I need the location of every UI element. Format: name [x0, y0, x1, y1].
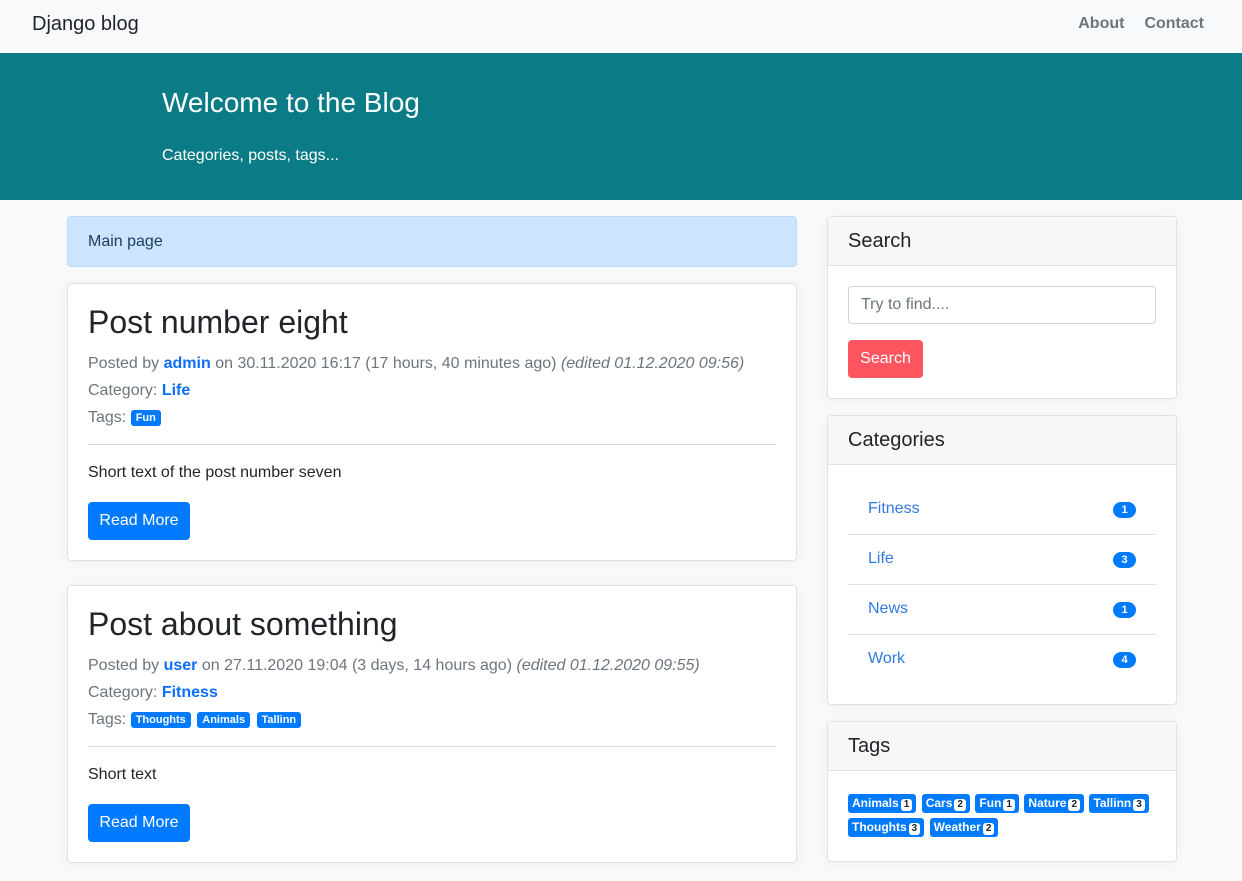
- breadcrumb-item: Main page: [88, 233, 163, 250]
- search-input[interactable]: [848, 286, 1156, 324]
- on-label: on: [201, 657, 220, 674]
- category-item: Life 3: [848, 535, 1156, 585]
- tags-label: Tags:: [88, 711, 127, 728]
- category-count-badge: 3: [1113, 552, 1136, 568]
- tag-count: 2: [1068, 799, 1080, 811]
- tag-chip-label: Tallinn: [1093, 796, 1132, 810]
- post-excerpt: Short text of the post number seven: [88, 464, 342, 481]
- tag-chip-label: Nature: [1028, 796, 1067, 810]
- search-button[interactable]: Search: [848, 340, 923, 378]
- post-divider: [88, 746, 776, 747]
- category-label: Category:: [88, 684, 158, 701]
- category-link[interactable]: Life: [868, 550, 894, 568]
- category-link[interactable]: News: [868, 600, 908, 618]
- post-title[interactable]: Post number eight: [88, 304, 348, 341]
- nav-link-about[interactable]: About: [1078, 15, 1124, 33]
- tag-chip[interactable]: Thoughts 3: [848, 818, 925, 837]
- post-author-link[interactable]: user: [164, 657, 198, 674]
- post-date: 27.11.2020 19:04: [224, 657, 348, 674]
- navbar: Django blog About Contact: [0, 0, 1242, 53]
- category-item: Work 4: [848, 635, 1156, 685]
- breadcrumb: Main page: [67, 216, 797, 267]
- tag-chip-label: Fun: [979, 796, 1002, 810]
- tag-chip-label: Weather: [933, 820, 981, 834]
- read-more-button[interactable]: Read More: [88, 804, 190, 842]
- tag-chip[interactable]: Cars 2: [921, 794, 970, 813]
- tag-count: 3: [1133, 799, 1145, 811]
- post-edited: (edited 01.12.2020 09:56): [560, 355, 745, 372]
- categories-card-title: Categories: [828, 416, 1176, 465]
- hero-subtitle: Categories, posts, tags...: [162, 147, 339, 164]
- tag-chip-label: Animals: [852, 796, 899, 810]
- post-tags-line: Tags: Fun: [88, 409, 163, 427]
- post-category-line: Category: Fitness: [88, 684, 218, 702]
- post-meta: Posted by user on 27.11.2020 19:04 (3 da…: [88, 657, 700, 675]
- search-card: Search Search: [827, 216, 1177, 399]
- tags-card-title: Tags: [828, 722, 1176, 771]
- post-excerpt: Short text: [88, 766, 157, 783]
- search-card-title: Search: [828, 217, 1176, 266]
- post-category-link[interactable]: Life: [162, 382, 190, 399]
- category-count-badge: 1: [1113, 602, 1136, 618]
- hero-banner: Welcome to the Blog Categories, posts, t…: [0, 53, 1242, 200]
- tag-count: 2: [982, 823, 995, 835]
- tag-chip[interactable]: Weather 2: [929, 818, 999, 837]
- brand-link[interactable]: Django blog: [32, 13, 139, 36]
- post-tags-line: Tags: Thoughts Animals Tallinn: [88, 711, 303, 729]
- categories-list: Fitness 1 Life 3 News 1 Work 4: [848, 485, 1156, 685]
- category-item: Fitness 1: [848, 485, 1156, 535]
- tags-card: Tags Animals 1 Cars 2 Fun 1 Nature 2 Tallinn…: [827, 721, 1177, 862]
- post-title[interactable]: Post about something: [88, 606, 398, 643]
- tag-count: 1: [900, 799, 913, 811]
- post-date: 30.11.2020 16:17: [237, 355, 361, 372]
- category-link[interactable]: Fitness: [868, 500, 920, 518]
- posted-by-label: Posted by: [88, 355, 160, 372]
- on-label: on: [215, 355, 233, 372]
- post-tag[interactable]: Thoughts: [130, 712, 191, 728]
- tag-chip[interactable]: Animals 1: [848, 794, 917, 813]
- post-category-line: Category: Life: [88, 382, 190, 400]
- post-edited: (edited 01.12.2020 09:55): [516, 657, 700, 674]
- category-count-badge: 1: [1113, 502, 1136, 518]
- category-label: Category:: [88, 382, 158, 399]
- nav-link-contact[interactable]: Contact: [1144, 15, 1204, 33]
- category-count-badge: 4: [1113, 652, 1136, 668]
- category-item: News 1: [848, 585, 1156, 635]
- post-meta: Posted by admin on 30.11.2020 16:17 (17 …: [88, 355, 744, 373]
- post-tag[interactable]: Animals: [197, 712, 251, 728]
- post-card: Post number eight Posted by admin on 30.…: [67, 283, 797, 561]
- nav-links: About Contact: [1078, 15, 1204, 33]
- read-more-button[interactable]: Read More: [88, 502, 190, 540]
- category-link[interactable]: Work: [868, 650, 905, 668]
- post-ago: (17 hours, 40 minutes ago): [365, 355, 557, 372]
- tag-chip-label: Thoughts: [852, 820, 907, 834]
- post-tag[interactable]: Tallinn: [256, 712, 302, 728]
- tags-label: Tags:: [88, 409, 127, 426]
- tag-chip[interactable]: Tallinn 3: [1089, 794, 1149, 813]
- categories-card: Categories Fitness 1 Life 3 News 1 Work …: [827, 415, 1177, 705]
- tag-chip[interactable]: Nature 2: [1024, 794, 1084, 813]
- post-ago: (3 days, 14 hours ago): [351, 657, 513, 674]
- post-tag[interactable]: Fun: [130, 410, 161, 426]
- post-card: Post about something Posted by user on 2…: [67, 585, 797, 863]
- tag-chip-label: Cars: [925, 796, 953, 810]
- post-category-link[interactable]: Fitness: [162, 684, 218, 701]
- posted-by-label: Posted by: [88, 657, 160, 674]
- post-divider: [88, 444, 776, 445]
- hero-title: Welcome to the Blog: [162, 87, 420, 118]
- tag-cloud: Animals 1 Cars 2 Fun 1 Nature 2 Tallinn 3 Tho…: [848, 794, 1158, 842]
- tag-chip[interactable]: Fun 1: [975, 794, 1019, 813]
- tag-count: 2: [954, 799, 966, 811]
- tag-count: 3: [908, 823, 921, 835]
- tag-count: 1: [1003, 799, 1015, 811]
- post-author-link[interactable]: admin: [164, 355, 211, 372]
